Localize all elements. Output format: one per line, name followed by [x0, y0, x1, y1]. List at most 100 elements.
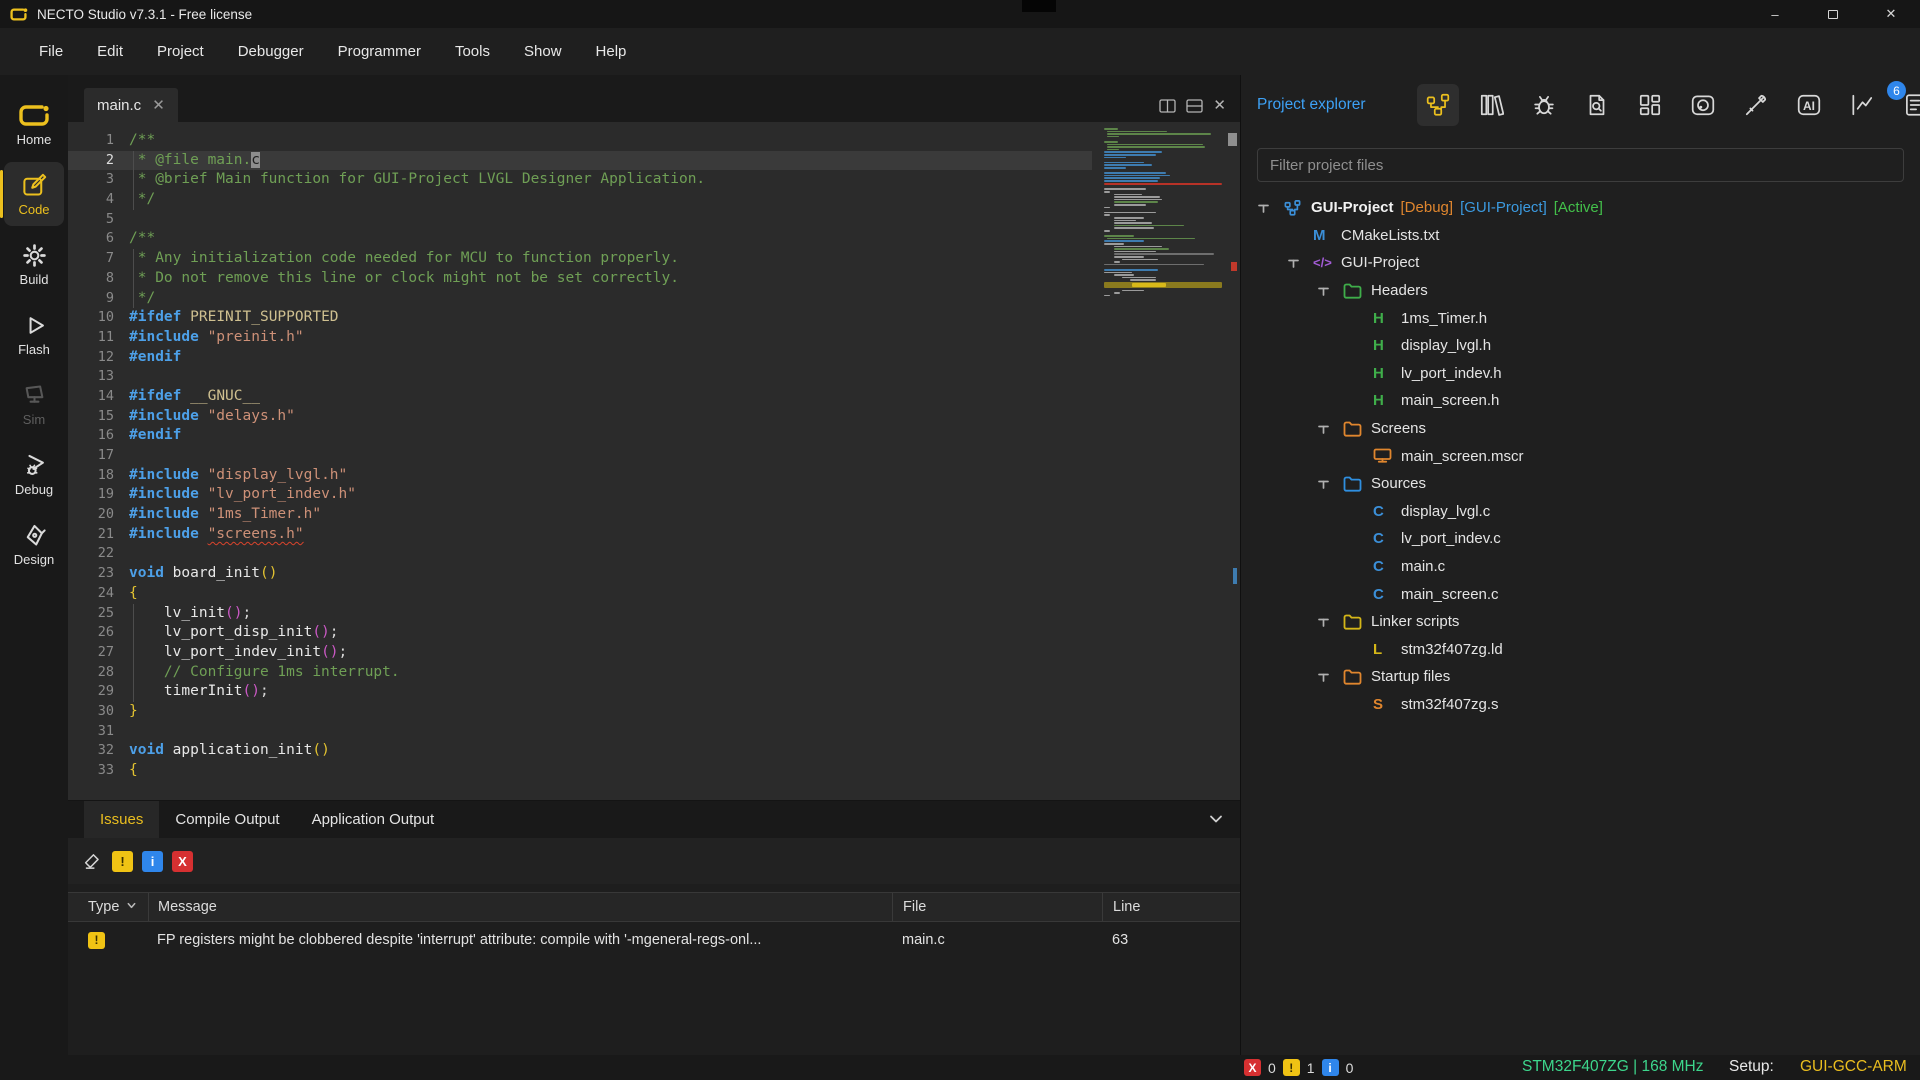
- toggle-infos-button[interactable]: i: [142, 851, 163, 872]
- layout-grid-icon[interactable]: [1629, 84, 1671, 126]
- code-icon: </>: [1313, 255, 1341, 270]
- filter-project-files-input[interactable]: [1258, 157, 1903, 174]
- code-line-21: 21#include "screens.h": [68, 525, 1092, 545]
- folder-yellow-icon: [1343, 614, 1371, 630]
- minimap-bar: [1107, 149, 1119, 151]
- sidebar-item-debug[interactable]: Debug: [4, 442, 64, 506]
- tree-item-main-screen-mscr[interactable]: main_screen.mscr: [1241, 442, 1920, 470]
- output-tab-application-output[interactable]: Application Output: [296, 801, 451, 838]
- minimap-bar: [1107, 136, 1119, 138]
- sidebar-item-sim[interactable]: Sim: [4, 372, 64, 436]
- tree-item-main-screen-c[interactable]: Cmain_screen.c: [1241, 580, 1920, 608]
- sidebar-item-design[interactable]: Design: [4, 512, 64, 576]
- tree-item-linker-scripts[interactable]: Linker scripts: [1241, 608, 1920, 636]
- library-icon[interactable]: [1470, 84, 1512, 126]
- menu-help[interactable]: Help: [579, 28, 644, 75]
- tree-expand-arrow-icon[interactable]: [1317, 423, 1343, 435]
- menu-programmer[interactable]: Programmer: [321, 28, 438, 75]
- menu-debugger[interactable]: Debugger: [221, 28, 321, 75]
- title-bar: NECTO Studio v7.3.1 - Free license – ✕: [0, 0, 1920, 28]
- close-button[interactable]: ✕: [1862, 0, 1920, 28]
- tree-item-startup-files[interactable]: Startup files: [1241, 663, 1920, 691]
- close-editor-icon[interactable]: ✕: [1213, 98, 1226, 113]
- necto-logo-icon: [9, 7, 28, 22]
- tree-expand-arrow-icon[interactable]: [1257, 202, 1283, 214]
- split-horizontal-icon[interactable]: [1186, 99, 1203, 113]
- scrollbar-marker[interactable]: [1228, 133, 1237, 146]
- notes-icon[interactable]: 6: [1894, 84, 1920, 126]
- sidebar-item-label: Home: [17, 132, 52, 147]
- folder-green-icon: [1343, 283, 1371, 299]
- sidebar-item-home[interactable]: Home: [4, 92, 64, 156]
- minimap-error-line: [1104, 183, 1222, 185]
- toggle-warnings-button[interactable]: !: [112, 851, 133, 872]
- tree-expand-arrow-icon[interactable]: [1317, 671, 1343, 683]
- column-header-line[interactable]: Line: [1102, 893, 1240, 921]
- tree-item-1ms-timer-h[interactable]: H1ms_Timer.h: [1241, 304, 1920, 332]
- clear-issues-button[interactable]: [82, 851, 103, 872]
- column-header-file[interactable]: File: [892, 893, 1102, 921]
- maximize-button[interactable]: [1804, 0, 1862, 28]
- tree-item-lv-port-indev-c[interactable]: Clv_port_indev.c: [1241, 525, 1920, 553]
- ai-icon[interactable]: AI: [1788, 84, 1830, 126]
- issue-row[interactable]: ! FP registers might be clobbered despit…: [68, 922, 1240, 958]
- menu-tools[interactable]: Tools: [438, 28, 507, 75]
- tree-item-lv-port-indev-h[interactable]: Hlv_port_indev.h: [1241, 360, 1920, 388]
- project-tree-icon[interactable]: [1417, 84, 1459, 126]
- minimap-bar: [1122, 290, 1144, 292]
- tree-item-display-lvgl-c[interactable]: Cdisplay_lvgl.c: [1241, 498, 1920, 526]
- minimap-bar: [1104, 164, 1152, 166]
- line-number: 8: [68, 269, 114, 289]
- device-label[interactable]: STM32F407ZG | 168 MHz: [1522, 1058, 1703, 1076]
- tree-expand-arrow-icon[interactable]: [1317, 616, 1343, 628]
- menu-edit[interactable]: Edit: [80, 28, 140, 75]
- tree-item-headers[interactable]: Headers: [1241, 277, 1920, 305]
- tree-expand-arrow-icon[interactable]: [1317, 478, 1343, 490]
- tab-close-icon[interactable]: ✕: [152, 98, 165, 113]
- tree-expand-arrow-icon[interactable]: [1287, 257, 1313, 269]
- column-header-message[interactable]: Message: [148, 893, 892, 921]
- tree-item-stm32f407zg-ld[interactable]: Lstm32f407zg.ld: [1241, 636, 1920, 664]
- tree-item-cmakelists-txt[interactable]: MCMakeLists.txt: [1241, 222, 1920, 250]
- sidebar-item-flash[interactable]: Flash: [4, 302, 64, 366]
- activity-chart-icon[interactable]: [1841, 84, 1883, 126]
- collapse-panel-chevron-icon[interactable]: [1208, 811, 1224, 832]
- sidebar-item-code[interactable]: Code: [4, 162, 64, 226]
- tree-item-main-screen-h[interactable]: Hmain_screen.h: [1241, 387, 1920, 415]
- tree-item-main-c[interactable]: Cmain.c: [1241, 553, 1920, 581]
- tree-item-gui-project[interactable]: </>GUI-Project: [1241, 249, 1920, 277]
- minimap-bar: [1114, 199, 1162, 201]
- tab-main-c[interactable]: main.c ✕: [84, 88, 178, 122]
- panel-title: Project explorer: [1257, 96, 1366, 114]
- menu-project[interactable]: Project: [140, 28, 221, 75]
- split-vertical-icon[interactable]: [1159, 99, 1176, 113]
- output-tab-issues[interactable]: Issues: [84, 801, 159, 838]
- sidebar-item-build[interactable]: Build: [4, 232, 64, 296]
- menu-file[interactable]: File: [22, 28, 80, 75]
- setup-value[interactable]: GUI-GCC-ARM: [1800, 1058, 1907, 1076]
- line-number: 19: [68, 485, 114, 505]
- minimize-button[interactable]: –: [1746, 0, 1804, 28]
- output-tab-compile-output[interactable]: Compile Output: [159, 801, 295, 838]
- minimap-bar: [1104, 295, 1110, 297]
- minimap[interactable]: [1104, 128, 1222, 288]
- code-editor[interactable]: 1/**2 * @file main.c3 * @brief Main func…: [68, 122, 1240, 800]
- tree-expand-arrow-icon[interactable]: [1317, 285, 1343, 297]
- notification-badge: 6: [1887, 81, 1906, 100]
- file-search-icon[interactable]: [1576, 84, 1618, 126]
- tree-item-screens[interactable]: Screens: [1241, 415, 1920, 443]
- line-number: 9: [68, 289, 114, 309]
- debug-bug-icon[interactable]: [1523, 84, 1565, 126]
- tree-item-display-lvgl-h[interactable]: Hdisplay_lvgl.h: [1241, 332, 1920, 360]
- tree-item-stm32f407zg-s[interactable]: Sstm32f407zg.s: [1241, 691, 1920, 719]
- toggle-errors-button[interactable]: X: [172, 851, 193, 872]
- menu-show[interactable]: Show: [507, 28, 579, 75]
- tree-item-gui-project[interactable]: GUI-Project[Debug][GUI-Project][Active]: [1241, 194, 1920, 222]
- tree-item-sources[interactable]: Sources: [1241, 470, 1920, 498]
- error-count-icon: X: [1244, 1059, 1261, 1076]
- column-header-type[interactable]: Type: [68, 893, 148, 921]
- preview-icon[interactable]: [1682, 84, 1724, 126]
- tools-icon[interactable]: [1735, 84, 1777, 126]
- design-pen-icon: [21, 522, 48, 549]
- type-filter-chevron-icon[interactable]: [126, 899, 137, 915]
